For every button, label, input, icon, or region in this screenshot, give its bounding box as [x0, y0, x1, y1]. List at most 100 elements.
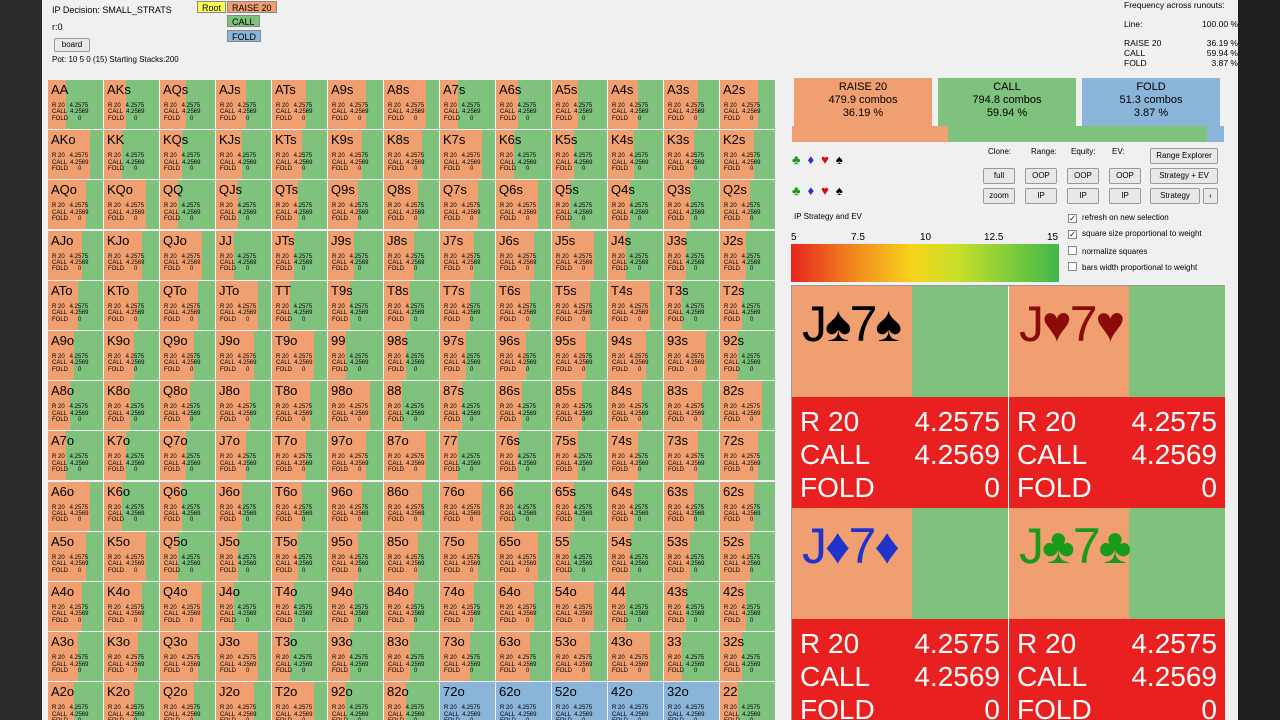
hand-cell[interactable]: K7o R 20 4.2575 CALL 4.2569 FOLD 0 — [104, 431, 159, 481]
tree-root[interactable]: Root — [197, 1, 227, 13]
hand-cell[interactable]: Q9o R 20 4.2575 CALL 4.2569 FOLD 0 — [160, 331, 215, 380]
hand-cell[interactable]: 76s R 20 4.2575 CALL 4.2569 FOLD 0 — [496, 431, 551, 481]
tree-call[interactable]: CALL — [227, 15, 260, 27]
hand-cell[interactable]: J4s R 20 4.2575 CALL 4.2569 FOLD 0 — [608, 230, 663, 280]
hand-cell[interactable]: T7o R 20 4.2575 CALL 4.2569 FOLD 0 — [272, 431, 327, 481]
hand-cell[interactable]: T7s R 20 4.2575 CALL 4.2569 FOLD 0 — [440, 280, 495, 330]
hand-cell[interactable]: 98s R 20 4.2575 CALL 4.2569 FOLD 0 — [384, 331, 439, 380]
hand-cell[interactable]: A5o R 20 4.2575 CALL 4.2569 FOLD 0 — [48, 531, 103, 581]
hand-cell[interactable]: Q5o R 20 4.2575 CALL 4.2569 FOLD 0 — [160, 531, 215, 581]
hand-cell[interactable]: 85s R 20 4.2575 CALL 4.2569 FOLD 0 — [552, 381, 607, 431]
tree-fold[interactable]: FOLD — [227, 30, 262, 42]
hand-cell[interactable]: K2s R 20 4.2575 CALL 4.2569 FOLD 0 — [720, 130, 775, 180]
hand-cell[interactable]: 88 R 20 4.2575 CALL 4.2569 FOLD 0 — [384, 381, 439, 431]
hand-cell[interactable]: A4s R 20 4.2575 CALL 4.2569 FOLD 0 — [608, 80, 663, 129]
hand-cell[interactable]: ATs R 20 4.2575 CALL 4.2569 FOLD 0 — [272, 80, 327, 129]
checkbox-square-size[interactable]: ✓ — [1068, 230, 1077, 239]
hand-cell[interactable]: J8o R 20 4.2575 CALL 4.2569 FOLD 0 — [216, 381, 271, 431]
hand-cell[interactable]: 72s R 20 4.2575 CALL 4.2569 FOLD 0 — [720, 431, 775, 481]
hand-cell[interactable]: 32o R 20 4.2575 CALL 4.2569 FOLD 0 — [664, 682, 719, 720]
hand-cell[interactable]: K8o R 20 4.2575 CALL 4.2569 FOLD 0 — [104, 381, 159, 431]
hand-cell[interactable]: 42o R 20 4.2575 CALL 4.2569 FOLD 0 — [608, 682, 663, 720]
hand-cell[interactable]: KK R 20 4.2575 CALL 4.2569 FOLD 0 — [104, 130, 159, 180]
hand-cell[interactable]: A6s R 20 4.2575 CALL 4.2569 FOLD 0 — [496, 80, 551, 129]
hand-cell[interactable]: T2s R 20 4.2575 CALL 4.2569 FOLD 0 — [720, 280, 775, 330]
hand-cell[interactable]: T4s R 20 4.2575 CALL 4.2569 FOLD 0 — [608, 280, 663, 330]
hand-cell[interactable]: 97s R 20 4.2575 CALL 4.2569 FOLD 0 — [440, 331, 495, 380]
hand-cell[interactable]: 84o R 20 4.2575 CALL 4.2569 FOLD 0 — [384, 582, 439, 631]
hand-cell[interactable]: 74o R 20 4.2575 CALL 4.2569 FOLD 0 — [440, 582, 495, 631]
hand-cell[interactable]: K5s R 20 4.2575 CALL 4.2569 FOLD 0 — [552, 130, 607, 180]
hand-detail-cell[interactable]: J♣7♣ R 20 4.2575 CALL 4.2569 FOLD 0 — [1009, 508, 1225, 720]
hand-cell[interactable]: T5o R 20 4.2575 CALL 4.2569 FOLD 0 — [272, 531, 327, 581]
hand-cell[interactable]: KJs R 20 4.2575 CALL 4.2569 FOLD 0 — [216, 130, 271, 180]
strategy-button[interactable]: Strategy — [1150, 188, 1200, 204]
hand-cell[interactable]: T8s R 20 4.2575 CALL 4.2569 FOLD 0 — [384, 280, 439, 330]
hand-cell[interactable]: K8s R 20 4.2575 CALL 4.2569 FOLD 0 — [384, 130, 439, 180]
range-oop-button[interactable]: OOP — [1025, 168, 1057, 184]
range-ip-button[interactable]: IP — [1025, 188, 1057, 204]
hand-cell[interactable]: AKo R 20 4.2575 CALL 4.2569 FOLD 0 — [48, 130, 103, 180]
diamond-icon[interactable]: ♦ — [808, 183, 815, 198]
hand-cell[interactable]: Q8o R 20 4.2575 CALL 4.2569 FOLD 0 — [160, 381, 215, 431]
hand-cell[interactable]: 86s R 20 4.2575 CALL 4.2569 FOLD 0 — [496, 381, 551, 431]
hand-cell[interactable]: 75o R 20 4.2575 CALL 4.2569 FOLD 0 — [440, 531, 495, 581]
hand-cell[interactable]: 74s R 20 4.2575 CALL 4.2569 FOLD 0 — [608, 431, 663, 481]
hand-cell[interactable]: 95o R 20 4.2575 CALL 4.2569 FOLD 0 — [328, 531, 383, 581]
hand-cell[interactable]: 83o R 20 4.2575 CALL 4.2569 FOLD 0 — [384, 632, 439, 682]
hand-cell[interactable]: T6s R 20 4.2575 CALL 4.2569 FOLD 0 — [496, 280, 551, 330]
hand-cell[interactable]: 87s R 20 4.2575 CALL 4.2569 FOLD 0 — [440, 381, 495, 431]
hand-cell[interactable]: K6o R 20 4.2575 CALL 4.2569 FOLD 0 — [104, 481, 159, 531]
hand-cell[interactable]: J2s R 20 4.2575 CALL 4.2569 FOLD 0 — [720, 230, 775, 280]
heart-icon[interactable]: ♥ — [821, 152, 829, 167]
hand-cell[interactable]: 43s R 20 4.2575 CALL 4.2569 FOLD 0 — [664, 582, 719, 631]
club-icon[interactable]: ♣ — [792, 152, 801, 167]
hand-cell[interactable]: 98o R 20 4.2575 CALL 4.2569 FOLD 0 — [328, 381, 383, 431]
hand-cell[interactable]: J3o R 20 4.2575 CALL 4.2569 FOLD 0 — [216, 632, 271, 682]
hand-cell[interactable]: T9o R 20 4.2575 CALL 4.2569 FOLD 0 — [272, 331, 327, 380]
hand-cell[interactable]: A9o R 20 4.2575 CALL 4.2569 FOLD 0 — [48, 331, 103, 380]
spade-icon[interactable]: ♠ — [836, 183, 843, 198]
hand-cell[interactable]: A2o R 20 4.2575 CALL 4.2569 FOLD 0 — [48, 682, 103, 720]
hand-cell[interactable]: T6o R 20 4.2575 CALL 4.2569 FOLD 0 — [272, 481, 327, 531]
hand-cell[interactable]: K9o R 20 4.2575 CALL 4.2569 FOLD 0 — [104, 331, 159, 380]
hand-cell[interactable]: QJo R 20 4.2575 CALL 4.2569 FOLD 0 — [160, 230, 215, 280]
hand-cell[interactable]: 77 R 20 4.2575 CALL 4.2569 FOLD 0 — [440, 431, 495, 481]
hand-cell[interactable]: 85o R 20 4.2575 CALL 4.2569 FOLD 0 — [384, 531, 439, 581]
spade-icon[interactable]: ♠ — [836, 152, 843, 167]
hand-cell[interactable]: KQo R 20 4.2575 CALL 4.2569 FOLD 0 — [104, 180, 159, 230]
hand-cell[interactable]: Q8s R 20 4.2575 CALL 4.2569 FOLD 0 — [384, 180, 439, 230]
hand-cell[interactable]: AQs R 20 4.2575 CALL 4.2569 FOLD 0 — [160, 80, 215, 129]
check-bars-width[interactable]: bars width proportional to weight — [1068, 262, 1197, 272]
hand-cell[interactable]: Q7s R 20 4.2575 CALL 4.2569 FOLD 0 — [440, 180, 495, 230]
hand-cell[interactable]: JJ R 20 4.2575 CALL 4.2569 FOLD 0 — [216, 230, 271, 280]
hand-detail-cell[interactable]: J♦7♦ R 20 4.2575 CALL 4.2569 FOLD 0 — [792, 508, 1008, 720]
hand-cell[interactable]: K4s R 20 4.2575 CALL 4.2569 FOLD 0 — [608, 130, 663, 180]
hand-cell[interactable]: QTs R 20 4.2575 CALL 4.2569 FOLD 0 — [272, 180, 327, 230]
hand-cell[interactable]: A4o R 20 4.2575 CALL 4.2569 FOLD 0 — [48, 582, 103, 631]
checkbox-refresh[interactable]: ✓ — [1068, 214, 1077, 223]
hand-cell[interactable]: 94s R 20 4.2575 CALL 4.2569 FOLD 0 — [608, 331, 663, 380]
hand-cell[interactable]: K7s R 20 4.2575 CALL 4.2569 FOLD 0 — [440, 130, 495, 180]
hand-cell[interactable]: KQs R 20 4.2575 CALL 4.2569 FOLD 0 — [160, 130, 215, 180]
tree-raise[interactable]: RAISE 20 — [227, 1, 277, 13]
hand-cell[interactable]: 54o R 20 4.2575 CALL 4.2569 FOLD 0 — [552, 582, 607, 631]
hand-cell[interactable]: T2o R 20 4.2575 CALL 4.2569 FOLD 0 — [272, 682, 327, 720]
hand-cell[interactable]: 66 R 20 4.2575 CALL 4.2569 FOLD 0 — [496, 481, 551, 531]
full-button[interactable]: full — [983, 168, 1015, 184]
hand-cell[interactable]: QTo R 20 4.2575 CALL 4.2569 FOLD 0 — [160, 280, 215, 330]
hand-cell[interactable]: Q5s R 20 4.2575 CALL 4.2569 FOLD 0 — [552, 180, 607, 230]
hand-cell[interactable]: KTo R 20 4.2575 CALL 4.2569 FOLD 0 — [104, 280, 159, 330]
checkbox-bars-width[interactable] — [1068, 262, 1077, 271]
hand-cell[interactable]: Q2s R 20 4.2575 CALL 4.2569 FOLD 0 — [720, 180, 775, 230]
hand-cell[interactable]: KJo R 20 4.2575 CALL 4.2569 FOLD 0 — [104, 230, 159, 280]
hand-cell[interactable]: 73o R 20 4.2575 CALL 4.2569 FOLD 0 — [440, 632, 495, 682]
hand-cell[interactable]: T3s R 20 4.2575 CALL 4.2569 FOLD 0 — [664, 280, 719, 330]
check-square-size[interactable]: ✓ square size proportional to weight — [1068, 229, 1202, 239]
hand-cell[interactable]: K5o R 20 4.2575 CALL 4.2569 FOLD 0 — [104, 531, 159, 581]
hand-cell[interactable]: T5s R 20 4.2575 CALL 4.2569 FOLD 0 — [552, 280, 607, 330]
hand-cell[interactable]: 65o R 20 4.2575 CALL 4.2569 FOLD 0 — [496, 531, 551, 581]
hand-cell[interactable]: J6s R 20 4.2575 CALL 4.2569 FOLD 0 — [496, 230, 551, 280]
hand-cell[interactable]: JTo R 20 4.2575 CALL 4.2569 FOLD 0 — [216, 280, 271, 330]
hand-cell[interactable]: Q6s R 20 4.2575 CALL 4.2569 FOLD 0 — [496, 180, 551, 230]
